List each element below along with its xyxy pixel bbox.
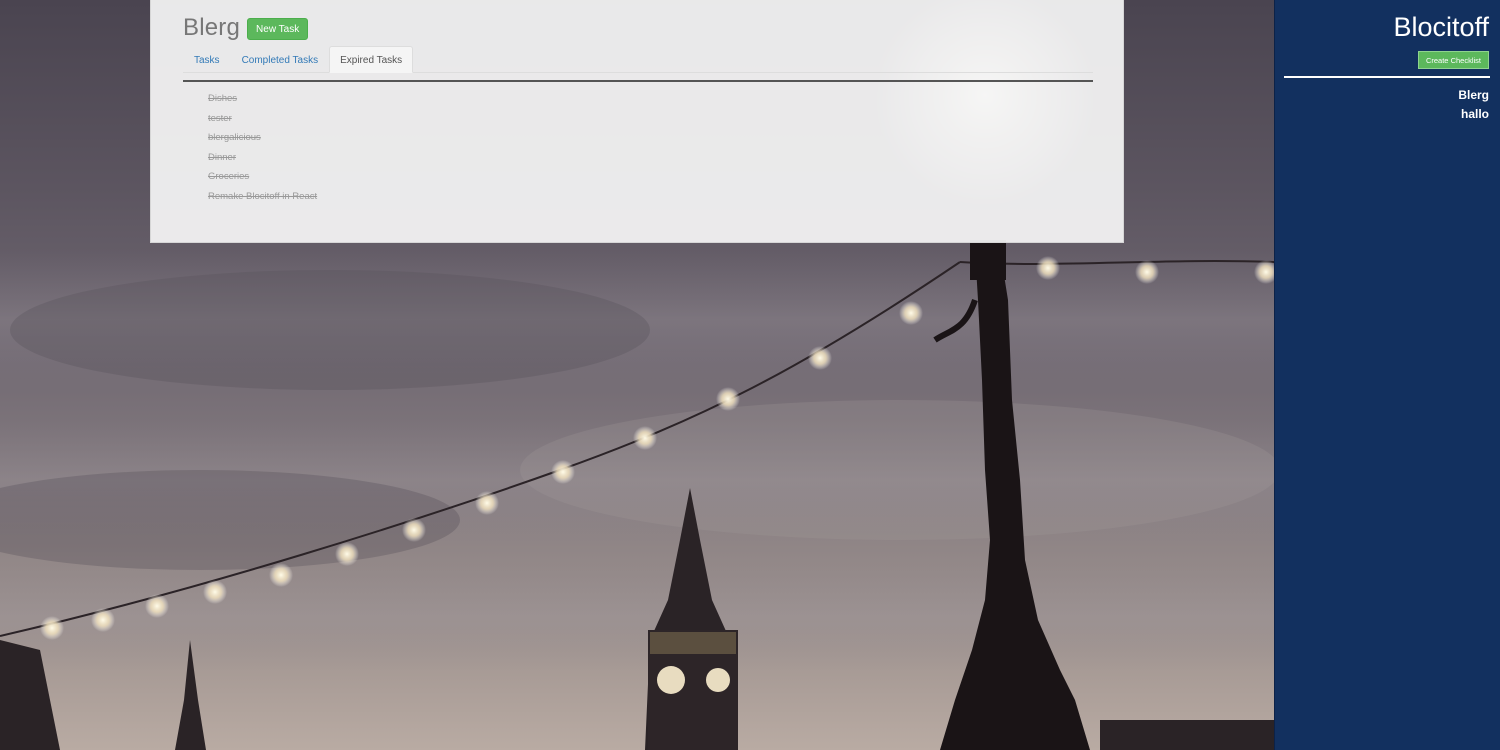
list-item: tester xyxy=(208,112,232,124)
checklist-panel: Blerg New Task Tasks Completed Tasks Exp… xyxy=(150,0,1124,243)
tab-completed-tasks[interactable]: Completed Tasks xyxy=(231,46,330,73)
create-checklist-button[interactable]: Create Checklist xyxy=(1417,51,1489,69)
checklist-header: Blerg New Task xyxy=(183,14,309,42)
list-item: Dinner xyxy=(208,151,236,163)
list-item: Remake Blocitoff in React xyxy=(208,190,318,202)
brand-logo[interactable]: Blocitoff xyxy=(1393,12,1489,43)
checklist-nav: Blerg hallo xyxy=(1458,88,1489,126)
tab-expired-tasks[interactable]: Expired Tasks xyxy=(329,46,414,73)
tab-tasks[interactable]: Tasks xyxy=(183,46,231,73)
expired-task-list: Dishes tester blergalicious Dinner Groce… xyxy=(208,92,317,210)
divider xyxy=(183,80,1093,82)
list-item: Dishes xyxy=(208,93,238,104)
sidebar-item-blerg[interactable]: Blerg xyxy=(1458,88,1489,107)
list-item: blergalicious xyxy=(208,132,261,144)
sidebar-item-hallo[interactable]: hallo xyxy=(1458,107,1489,126)
list-item: Groceries xyxy=(208,171,250,183)
task-tabs: Tasks Completed Tasks Expired Tasks xyxy=(183,46,1093,73)
new-task-button[interactable]: New Task xyxy=(247,18,309,40)
sidebar: Blocitoff Create Checklist Blerg hallo xyxy=(1274,0,1500,750)
checklist-title: Blerg xyxy=(183,14,241,41)
divider xyxy=(1284,76,1490,78)
